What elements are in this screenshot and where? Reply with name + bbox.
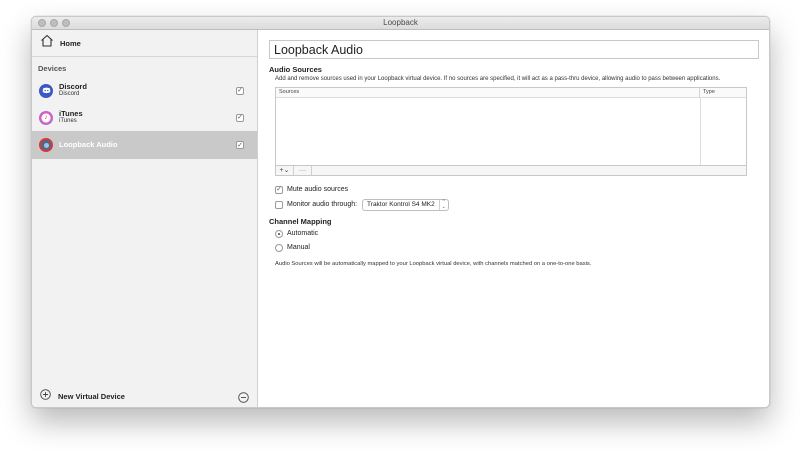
radio-automatic-label: Automatic (287, 230, 319, 238)
radio-manual-row: Manual (275, 241, 759, 255)
new-virtual-device-button[interactable]: New Virtual Device (58, 392, 125, 401)
devices-heading: Devices (38, 64, 67, 73)
monitor-checkbox[interactable] (275, 200, 283, 209)
home-label: Home (60, 38, 81, 48)
radio-manual-label: Manual (287, 244, 310, 252)
add-device-icon[interactable] (40, 387, 51, 405)
monitor-option: Monitor audio through: Traktor Kontrol S… (275, 198, 759, 212)
audio-sources-table[interactable]: Sources Type +⌄ — (275, 86, 747, 176)
discord-icon (39, 83, 53, 98)
home-icon (40, 34, 54, 52)
mute-label: Mute audio sources (287, 186, 349, 194)
app-window: Loopback Home Devices Discord Discord ✓ … (31, 16, 770, 408)
mute-checkbox[interactable]: ✓ (275, 185, 283, 194)
mute-option: ✓ Mute audio sources (275, 183, 759, 197)
channel-mapping-note: Audio Sources will be automatically mapp… (275, 260, 592, 267)
device-subtitle: Discord (59, 91, 80, 98)
radio-automatic[interactable] (275, 229, 283, 238)
device-subtitle: iTunes (59, 118, 77, 125)
loopback-icon (39, 138, 53, 152)
itunes-icon: ♪ (39, 110, 53, 125)
radio-automatic-row: Automatic (275, 227, 759, 241)
table-header: Sources Type (276, 87, 746, 98)
sidebar-item-discord[interactable]: Discord Discord ✓ (32, 77, 257, 104)
sidebar-item-home[interactable]: Home (32, 30, 257, 57)
sidebar: Home Devices Discord Discord ✓ ♪ iTunes … (32, 30, 258, 407)
device-name-input[interactable]: Loopback Audio (269, 40, 759, 59)
chevron-updown-icon: ⌃ ⌄ (438, 199, 448, 210)
audio-sources-description: Add and remove sources used in your Loop… (275, 76, 721, 82)
window-title: Loopback (383, 18, 418, 27)
table-footer: +⌄ — (276, 164, 746, 175)
add-source-button[interactable]: +⌄ (276, 165, 294, 175)
title-bar: Loopback (32, 17, 769, 30)
radio-manual[interactable] (275, 243, 283, 252)
device-name: iTunes (59, 109, 83, 119)
audio-sources-heading: Audio Sources (269, 65, 322, 74)
device-detail-panel: Loopback Audio Audio Sources Add and rem… (258, 30, 769, 407)
sidebar-footer: New Virtual Device (40, 389, 249, 403)
monitor-device-select[interactable]: Traktor Kontrol S4 MK2 ⌃ ⌄ (362, 198, 449, 211)
table-body (276, 97, 746, 165)
monitor-label: Monitor audio through: (287, 201, 358, 209)
device-enabled-checkbox[interactable]: ✓ (236, 113, 244, 122)
device-enabled-checkbox[interactable]: ✓ (236, 86, 244, 95)
sidebar-item-itunes[interactable]: ♪ iTunes iTunes ✓ (32, 104, 257, 131)
device-name: Discord (59, 82, 87, 92)
column-header-type[interactable]: Type (700, 88, 746, 97)
column-header-sources[interactable]: Sources (276, 87, 700, 97)
channel-mapping-heading: Channel Mapping (269, 216, 332, 226)
monitor-device-value: Traktor Kontrol S4 MK2 (367, 201, 435, 209)
device-name: Loopback Audio (59, 140, 118, 150)
remove-source-button[interactable]: — (294, 165, 312, 175)
sidebar-item-loopback-audio[interactable]: Loopback Audio ✓ (32, 131, 257, 159)
remove-device-icon[interactable] (238, 390, 249, 407)
device-enabled-checkbox[interactable]: ✓ (236, 141, 244, 149)
